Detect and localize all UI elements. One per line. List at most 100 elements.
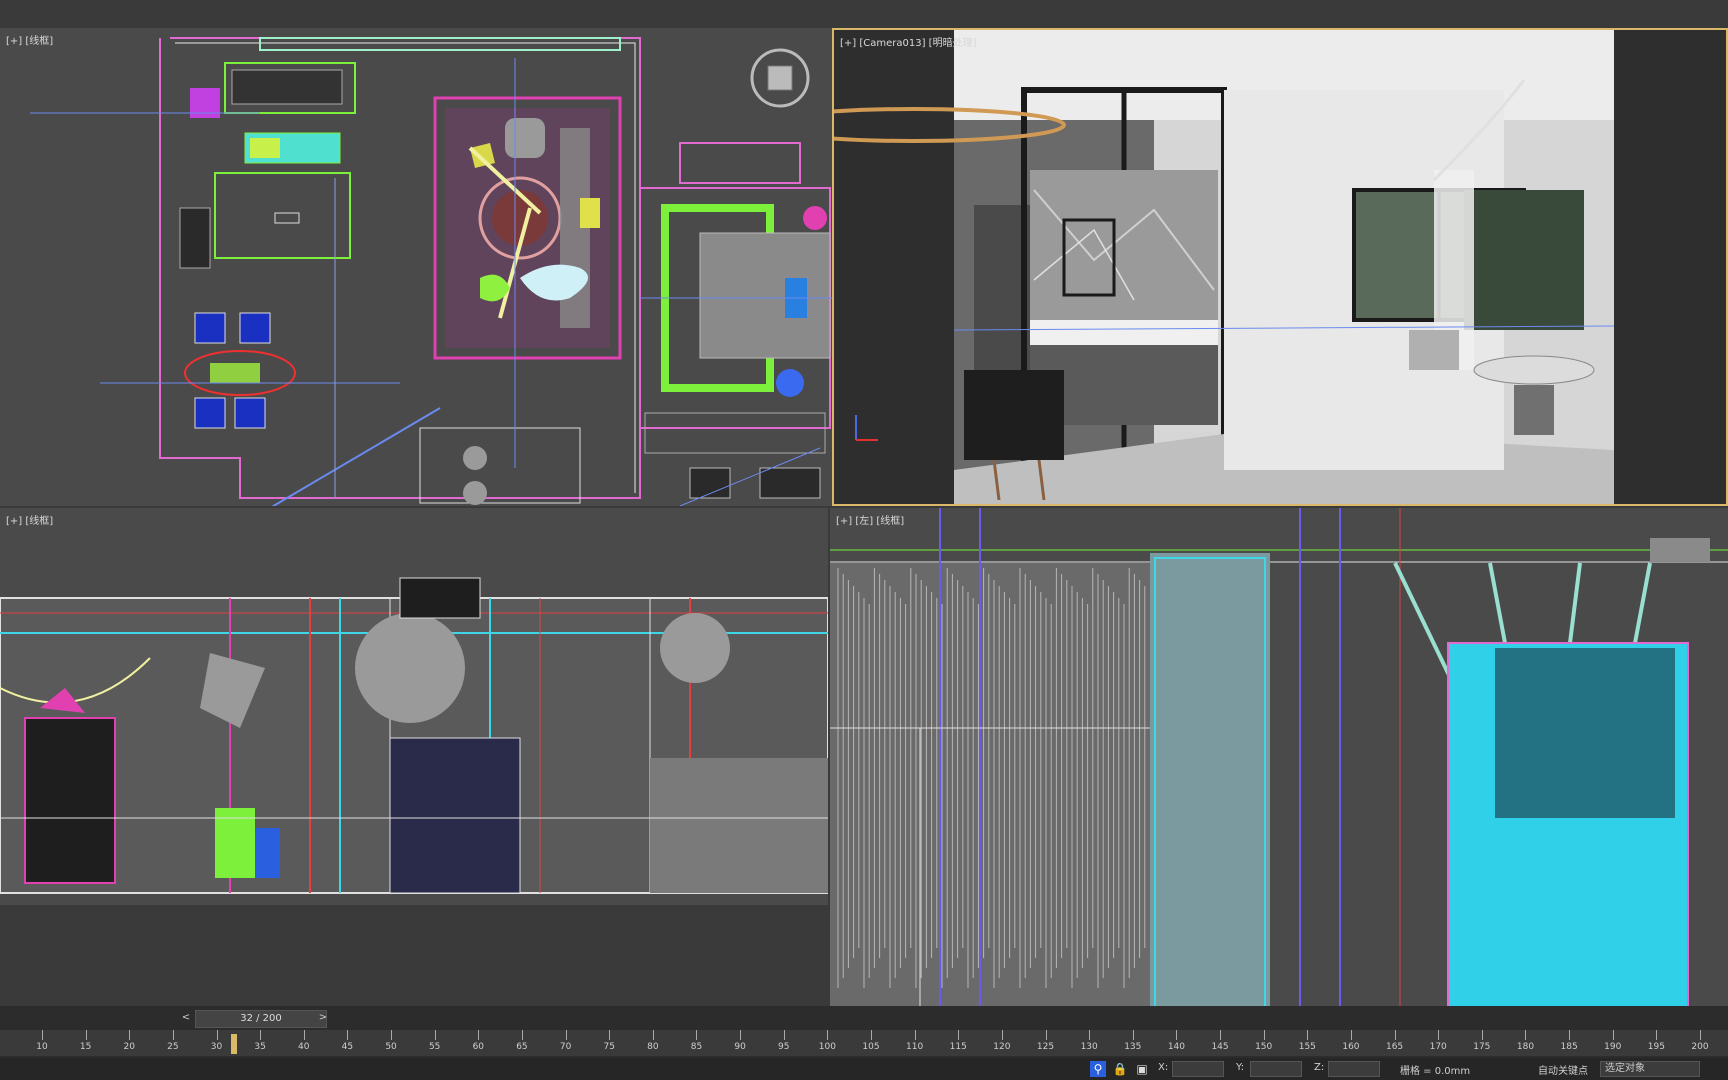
ruler-tick-label: 110 (906, 1042, 924, 1052)
ruler-tick (1525, 1030, 1527, 1040)
ruler-tick-label: 40 (298, 1042, 310, 1052)
y-coordinate-field[interactable] (1250, 1061, 1302, 1077)
camera-viewport-label[interactable]: [+] [Camera013] [明暗处理] (840, 34, 976, 49)
ruler-tick (347, 1030, 349, 1040)
ruler-tick (260, 1030, 262, 1040)
ruler-tick (1350, 1030, 1352, 1040)
ruler-tick (1132, 1030, 1134, 1040)
ruler-tick (42, 1030, 43, 1040)
ruler-tick-label: 85 (690, 1042, 703, 1052)
ruler-tick (871, 1030, 872, 1040)
ruler-tick (914, 1030, 916, 1040)
y-label: Y: (1236, 1062, 1245, 1073)
ruler-tick (434, 1030, 436, 1040)
prev-frame-button[interactable]: < (179, 1010, 193, 1026)
ruler-tick (1263, 1030, 1265, 1040)
top-viewport-label[interactable]: [+] [线框] (6, 32, 53, 47)
ruler-tick (1438, 1030, 1440, 1040)
left-viewport[interactable]: [+] [左] [线框] (830, 508, 1728, 1013)
ruler-tick-label: 180 (1516, 1042, 1535, 1052)
ruler-tick-label: 30 (210, 1042, 223, 1052)
ruler-tick (391, 1030, 393, 1040)
z-coordinate-field[interactable] (1328, 1061, 1380, 1077)
ruler-tick (1700, 1030, 1701, 1040)
ruler-tick-label: 165 (1385, 1042, 1404, 1052)
floor-plan-drawing (0, 28, 832, 506)
left-viewport-label[interactable]: [+] [左] [线框] (836, 512, 904, 527)
auto-key-button[interactable]: 自动关键点 (1538, 1062, 1588, 1077)
ruler-tick (783, 1030, 785, 1040)
ruler-tick-label: 200 (1691, 1042, 1709, 1052)
ruler-tick (303, 1030, 305, 1040)
ruler-tick-label: 155 (1298, 1042, 1316, 1052)
ruler-tick (172, 1030, 174, 1040)
status-bar: ⚲ 🔒 ▣ X: Y: Z: 栅格 = 0.0mm 自动关键点 选定对象 (0, 1058, 1728, 1080)
ruler-tick (696, 1030, 698, 1040)
ruler-tick-label: 105 (862, 1042, 880, 1052)
absolute-mode-icon[interactable]: ▣ (1134, 1061, 1150, 1077)
ruler-tick-label: 115 (949, 1042, 967, 1052)
ruler-tick-label: 10 (36, 1042, 48, 1052)
front-viewport[interactable]: [+] [线框] (0, 508, 828, 905)
ruler-tick (1089, 1030, 1091, 1040)
ruler-tick-label: 25 (167, 1042, 179, 1052)
ruler-tick-label: 160 (1342, 1042, 1360, 1052)
ruler-tick (1612, 1030, 1614, 1040)
x-label: X: (1158, 1062, 1169, 1073)
ruler-tick (1307, 1030, 1309, 1040)
ruler-tick-label: 190 (1604, 1042, 1622, 1052)
ruler-tick (1569, 1030, 1571, 1040)
ruler-tick-label: 145 (1211, 1042, 1229, 1052)
ruler-tick (129, 1030, 131, 1040)
ruler-tick (1001, 1030, 1003, 1040)
lock-icon[interactable]: 🔒 (1112, 1061, 1128, 1077)
current-frame-marker[interactable] (230, 1034, 237, 1054)
ruler-tick (1481, 1030, 1483, 1040)
ruler-tick-label: 135 (1124, 1042, 1142, 1052)
ruler-tick-label: 65 (516, 1042, 528, 1052)
ruler-tick-label: 130 (1080, 1042, 1098, 1052)
track-bar[interactable]: 10 15 20 25 30 35 40 45 50 55 60 65 70 75 80 85 90 95 100 1… (0, 1030, 1728, 1056)
front-viewport-label[interactable]: [+] [线框] (6, 512, 53, 527)
ruler-tick-label: 140 (1167, 1042, 1185, 1052)
ruler-tick (478, 1030, 480, 1040)
ruler-tick-label: 95 (778, 1042, 790, 1052)
x-coordinate-field[interactable] (1172, 1061, 1224, 1077)
ruler-tick-label: 90 (734, 1042, 746, 1052)
time-slider[interactable]: 32 / 200 (195, 1010, 327, 1028)
ruler-tick (958, 1030, 960, 1040)
ruler-tick (1220, 1030, 1222, 1040)
next-frame-button[interactable]: > (316, 1010, 330, 1026)
ruler-tick-label: 150 (1255, 1042, 1273, 1052)
grid-size-text: 栅格 = 0.0mm (1400, 1066, 1471, 1077)
ruler-tick-label: 125 (1036, 1042, 1055, 1052)
ruler-tick (521, 1030, 523, 1040)
selected-set-dropdown[interactable]: 选定对象 (1600, 1061, 1700, 1077)
ruler-tick (1394, 1030, 1396, 1040)
z-label: Z: (1314, 1062, 1325, 1073)
ruler-tick (609, 1030, 611, 1040)
ruler-tick-label: 60 (472, 1042, 485, 1052)
ruler-tick-label: 170 (1429, 1042, 1447, 1052)
ruler-tick (216, 1030, 218, 1040)
top-viewport[interactable]: [+] [线框] (0, 28, 832, 506)
ruler-tick (652, 1030, 654, 1040)
ruler-tick (1656, 1030, 1658, 1040)
ruler-tick (565, 1030, 567, 1040)
selection-lock-icon[interactable]: ⚲ (1090, 1061, 1106, 1077)
ruler-tick-label: 45 (341, 1042, 354, 1052)
camera-render (834, 30, 1726, 504)
ruler-tick-label: 70 (559, 1042, 572, 1052)
ruler-tick (1176, 1030, 1178, 1040)
ruler-tick-label: 75 (603, 1042, 615, 1052)
ruler-tick-label: 120 (993, 1042, 1011, 1052)
ruler-tick-label: 20 (123, 1042, 135, 1052)
ruler-tick-label: 35 (254, 1042, 266, 1052)
ruler-tick-label: 80 (647, 1042, 659, 1052)
ruler-tick-label: 50 (385, 1042, 397, 1052)
ruler-tick (827, 1030, 829, 1040)
ruler-tick-label: 175 (1473, 1042, 1491, 1052)
ruler-tick (1045, 1030, 1047, 1040)
left-elevation-drawing (830, 508, 1728, 1013)
camera-viewport[interactable]: [+] [Camera013] [明暗处理] (832, 28, 1728, 506)
